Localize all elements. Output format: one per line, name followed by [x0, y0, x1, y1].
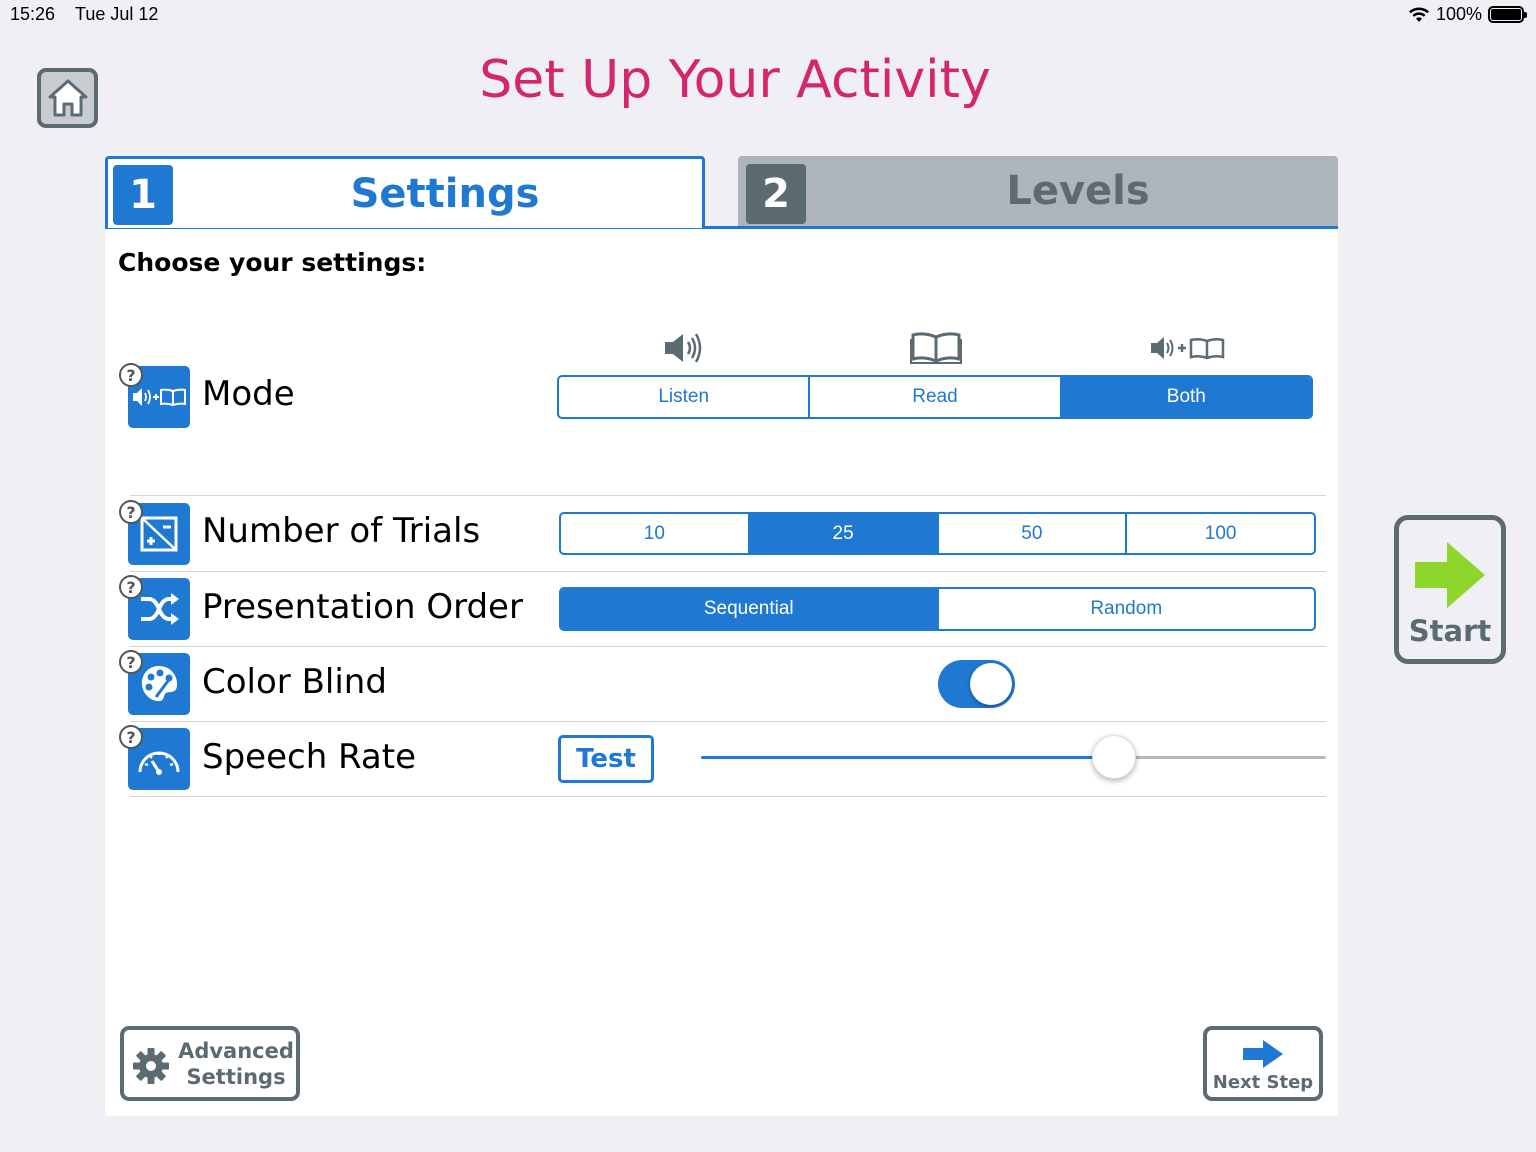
tab-levels[interactable]: 2 Levels	[738, 156, 1338, 228]
trials-option-50[interactable]: 50	[939, 514, 1128, 553]
next-step-label: Next Step	[1212, 1072, 1314, 1093]
speaker-book-icon	[1148, 328, 1228, 368]
mode-help-icon[interactable]: ?	[119, 363, 143, 387]
tab-levels-number: 2	[746, 164, 806, 224]
divider	[130, 721, 1326, 722]
advanced-label-line2: Settings	[186, 1065, 286, 1089]
tab-settings[interactable]: 1 Settings	[105, 156, 705, 228]
order-option-random[interactable]: Random	[939, 589, 1315, 629]
trials-segmented-control: 10 25 50 100	[559, 512, 1316, 555]
divider	[130, 796, 1326, 797]
trials-option-10[interactable]: 10	[561, 514, 750, 553]
trials-label: Number of Trials	[202, 511, 481, 551]
speech-rate-slider[interactable]	[701, 756, 1326, 759]
advanced-label-line1: Advanced	[178, 1039, 294, 1063]
book-icon	[908, 328, 964, 368]
arrow-right-icon	[1415, 542, 1485, 608]
divider	[130, 495, 1326, 496]
start-label: Start	[1408, 614, 1492, 648]
slider-fill	[701, 756, 1114, 759]
speech-rate-help-icon[interactable]: ?	[119, 725, 143, 749]
order-option-sequential[interactable]: Sequential	[561, 589, 939, 629]
tab-settings-label: Settings	[350, 171, 540, 217]
trials-option-100[interactable]: 100	[1127, 514, 1314, 553]
start-button[interactable]: Start	[1394, 515, 1506, 664]
status-right: 100%	[1408, 4, 1527, 25]
battery-icon	[1488, 6, 1527, 23]
order-help-icon[interactable]: ?	[119, 575, 143, 599]
order-segmented-control: Sequential Random	[559, 587, 1316, 631]
status-bar: 15:26 Tue Jul 12 100%	[0, 0, 1536, 30]
mode-option-listen[interactable]: Listen	[559, 377, 811, 417]
tab-levels-label: Levels	[1006, 168, 1150, 214]
mode-option-read[interactable]: Read	[810, 377, 1062, 417]
arrow-right-icon	[1243, 1040, 1283, 1068]
tab-settings-number: 1	[113, 165, 173, 225]
next-step-button[interactable]: Next Step	[1203, 1026, 1323, 1101]
color-blind-toggle[interactable]	[938, 660, 1015, 708]
toggle-knob	[970, 663, 1012, 705]
trials-option-25[interactable]: 25	[749, 514, 939, 553]
page-title: Set Up Your Activity	[479, 50, 991, 110]
speech-rate-label: Speech Rate	[202, 737, 417, 777]
mode-option-both[interactable]: Both	[1061, 377, 1311, 417]
settings-prompt: Choose your settings:	[118, 248, 427, 277]
speech-rate-slider-thumb[interactable]	[1091, 735, 1136, 779]
battery-percent: 100%	[1435, 4, 1482, 24]
trials-help-icon[interactable]: ?	[119, 500, 143, 524]
test-speech-button[interactable]: Test	[558, 735, 654, 783]
wifi-icon	[1408, 7, 1429, 22]
advanced-settings-label: Advanced Settings	[174, 1038, 298, 1090]
divider	[130, 571, 1326, 572]
advanced-settings-button[interactable]: Advanced Settings	[120, 1026, 300, 1101]
mode-label: Mode	[202, 374, 295, 414]
order-label: Presentation Order	[202, 587, 523, 627]
status-date: Tue Jul 12	[75, 4, 159, 24]
mode-segmented-control: Listen Read Both	[557, 375, 1313, 419]
status-time: 15:26	[10, 4, 56, 24]
divider	[130, 646, 1326, 647]
gear-icon	[133, 1048, 169, 1084]
speaker-icon	[660, 328, 706, 368]
color-blind-help-icon[interactable]: ?	[119, 650, 143, 674]
color-blind-label: Color Blind	[202, 662, 387, 702]
